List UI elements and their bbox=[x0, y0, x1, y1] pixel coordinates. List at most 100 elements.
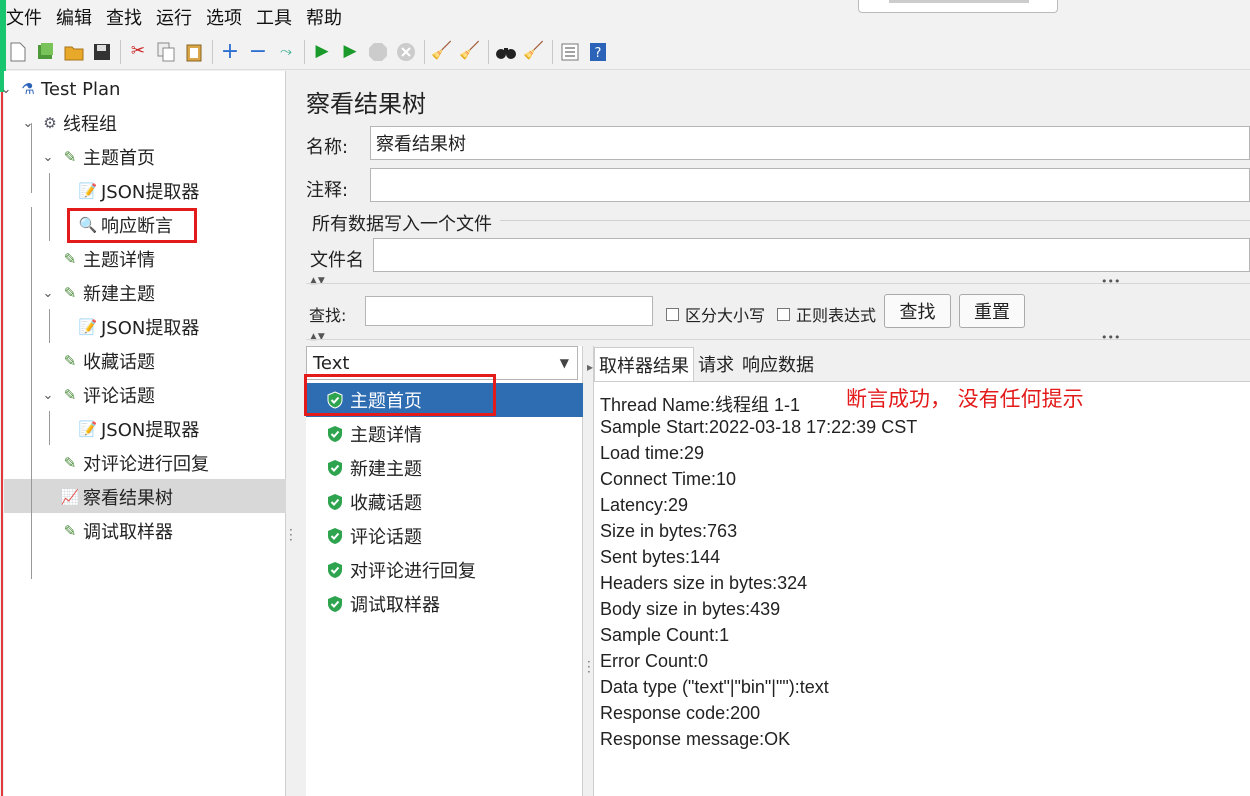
start-icon[interactable]: ▶ bbox=[310, 40, 334, 64]
checkbox-icon bbox=[777, 307, 790, 321]
extractor-icon: 📝 bbox=[78, 182, 98, 200]
pen-icon: ✎ bbox=[63, 386, 77, 404]
pen-icon: ✎ bbox=[63, 250, 77, 268]
chevron-down-icon[interactable]: ⌄ bbox=[40, 286, 56, 301]
result-line: Size in bytes:763 bbox=[600, 521, 738, 541]
paste-icon[interactable] bbox=[182, 40, 206, 64]
name-label: 名称: bbox=[306, 137, 349, 158]
tree-node-debug-sampler[interactable]: ✎ 调试取样器 bbox=[60, 514, 173, 548]
new-file-icon[interactable] bbox=[6, 40, 30, 64]
sampler-detail-pane: 取样器结果 请求 响应数据 Thread Name:线程组 1-1 Sample… bbox=[593, 346, 1250, 796]
comment-label: 注释: bbox=[306, 180, 349, 201]
collapse-icon[interactable]: − bbox=[246, 40, 270, 64]
collapse-divider[interactable]: ▲▼ ••• bbox=[306, 331, 1250, 345]
tree-node-json-extractor[interactable]: 📝 JSON提取器 bbox=[78, 310, 200, 344]
notification-popup bbox=[858, 0, 1058, 13]
result-item[interactable]: 主题详情 bbox=[306, 417, 583, 451]
tree-node-json-extractor[interactable]: 📝 JSON提取器 bbox=[78, 412, 200, 446]
menu-tools[interactable]: 工具 bbox=[256, 4, 292, 30]
tree-node-sampler[interactable]: ✎ 主题详情 bbox=[60, 242, 155, 276]
menu-search[interactable]: 查找 bbox=[106, 4, 142, 30]
tree-node-sampler[interactable]: ✎ 对评论进行回复 bbox=[60, 446, 209, 480]
regex-checkbox[interactable]: 正则表达式 bbox=[777, 302, 876, 326]
success-shield-icon bbox=[328, 596, 342, 612]
results-list-pane: Text ▼ 主题首页 主题详情 新建主题 收藏话题 评论话题 对评论进行回复 … bbox=[304, 346, 583, 796]
function-list-icon[interactable] bbox=[558, 40, 582, 64]
chevron-down-icon[interactable]: ⌄ bbox=[40, 388, 56, 403]
tree-node-sampler[interactable]: ⌄ ✎ 评论话题 bbox=[40, 378, 155, 412]
result-line: Error Count:0 bbox=[600, 651, 709, 671]
menu-run[interactable]: 运行 bbox=[156, 4, 192, 30]
test-plan-tree: ⌄ ⚗ Test Plan ⌄ ⚙ 线程组 ⌄ ✎ 主题首页 📝 JSON提取器… bbox=[1, 71, 286, 796]
find-button[interactable]: 查找 bbox=[884, 294, 951, 328]
save-icon[interactable] bbox=[90, 40, 114, 64]
tab-request[interactable]: 请求 bbox=[694, 347, 738, 381]
reset-button[interactable]: 重置 bbox=[959, 294, 1025, 328]
result-line: Sent bytes:144 bbox=[600, 547, 721, 567]
tab-sampler-result[interactable]: 取样器结果 bbox=[594, 347, 694, 381]
clear-all-icon[interactable]: 🧹 bbox=[458, 40, 482, 64]
result-line: Response code:200 bbox=[600, 703, 761, 723]
gear-icon: ⚙ bbox=[43, 114, 57, 132]
tree-node-thread-group[interactable]: ⌄ ⚙ 线程组 bbox=[20, 106, 117, 140]
result-item[interactable]: 对评论进行回复 bbox=[306, 553, 583, 587]
result-line: Thread Name:线程组 1-1 bbox=[600, 395, 801, 415]
tree-node-sampler[interactable]: ⌄ ✎ 主题首页 bbox=[40, 140, 155, 174]
stop-icon[interactable] bbox=[366, 40, 390, 64]
splitter-handle[interactable]: · · · bbox=[587, 656, 591, 678]
chevron-down-icon[interactable]: ⌄ bbox=[0, 82, 14, 97]
menu-help[interactable]: 帮助 bbox=[306, 4, 342, 30]
tree-node-sampler[interactable]: ⌄ ✎ 新建主题 bbox=[40, 276, 155, 310]
cut-icon[interactable]: ✂ bbox=[126, 40, 150, 64]
open-folder-icon[interactable] bbox=[62, 40, 86, 64]
success-shield-icon bbox=[328, 528, 342, 544]
result-item[interactable]: 评论话题 bbox=[306, 519, 583, 553]
result-item[interactable]: 收藏话题 bbox=[306, 485, 583, 519]
highlight-box bbox=[304, 374, 496, 416]
filename-field[interactable] bbox=[373, 238, 1250, 272]
svg-text:?: ? bbox=[595, 46, 602, 61]
start-no-pause-icon[interactable]: ▶ bbox=[338, 40, 362, 64]
chart-icon: 📈 bbox=[60, 488, 80, 506]
help-icon[interactable]: ? bbox=[586, 40, 610, 64]
chevron-down-icon[interactable]: ⌄ bbox=[40, 150, 56, 165]
tree-node-view-results-tree[interactable]: 📈 察看结果树 bbox=[60, 480, 173, 514]
success-shield-icon bbox=[328, 460, 342, 476]
result-line: Response message:OK bbox=[600, 729, 791, 749]
templates-icon[interactable] bbox=[34, 40, 58, 64]
menu-bar: 文件 编辑 查找 运行 选项 工具 帮助 bbox=[0, 0, 1250, 34]
annotation-text: 断言成功， 没有任何提示 bbox=[846, 387, 1084, 411]
tree-node-json-extractor[interactable]: 📝 JSON提取器 bbox=[78, 174, 200, 208]
result-item[interactable]: 新建主题 bbox=[306, 451, 583, 485]
case-sensitive-checkbox[interactable]: 区分大小写 bbox=[666, 302, 765, 326]
splitter-handle[interactable]: · · · bbox=[289, 524, 293, 546]
expand-icon[interactable]: + bbox=[218, 40, 242, 64]
comment-field[interactable] bbox=[370, 168, 1250, 202]
shutdown-icon[interactable] bbox=[394, 40, 418, 64]
search-input[interactable] bbox=[365, 296, 653, 326]
pen-icon: ✎ bbox=[63, 454, 77, 472]
name-field[interactable]: 察看结果树 bbox=[370, 126, 1250, 160]
result-line: Sample Start:2022-03-18 17:22:39 CST bbox=[600, 417, 918, 437]
tab-response-data[interactable]: 响应数据 bbox=[738, 347, 818, 381]
success-shield-icon bbox=[328, 494, 342, 510]
menu-options[interactable]: 选项 bbox=[206, 4, 242, 30]
tree-node-sampler[interactable]: ✎ 收藏话题 bbox=[60, 344, 155, 378]
result-item[interactable]: 调试取样器 bbox=[306, 587, 583, 621]
collapse-divider[interactable]: ▲▼ ••• bbox=[306, 275, 1250, 289]
tree-node-test-plan[interactable]: ⌄ ⚗ Test Plan bbox=[0, 72, 121, 106]
pen-icon: ✎ bbox=[63, 522, 77, 540]
result-line: Data type ("text"|"bin"|""):text bbox=[600, 677, 829, 697]
toggle-icon[interactable]: ⤳ bbox=[274, 40, 298, 64]
reset-search-icon[interactable]: 🧹 bbox=[522, 40, 546, 64]
menu-edit[interactable]: 编辑 bbox=[56, 4, 92, 30]
binoculars-icon[interactable] bbox=[494, 40, 518, 64]
clear-icon[interactable]: 🧹 bbox=[430, 40, 454, 64]
menu-file[interactable]: 文件 bbox=[6, 4, 42, 30]
result-line: Headers size in bytes:324 bbox=[600, 573, 808, 593]
extractor-icon: 📝 bbox=[78, 318, 98, 336]
pen-icon: ✎ bbox=[63, 148, 77, 166]
flask-icon: ⚗ bbox=[21, 80, 35, 98]
chevron-down-icon[interactable]: ⌄ bbox=[20, 116, 36, 131]
copy-icon[interactable] bbox=[154, 40, 178, 64]
